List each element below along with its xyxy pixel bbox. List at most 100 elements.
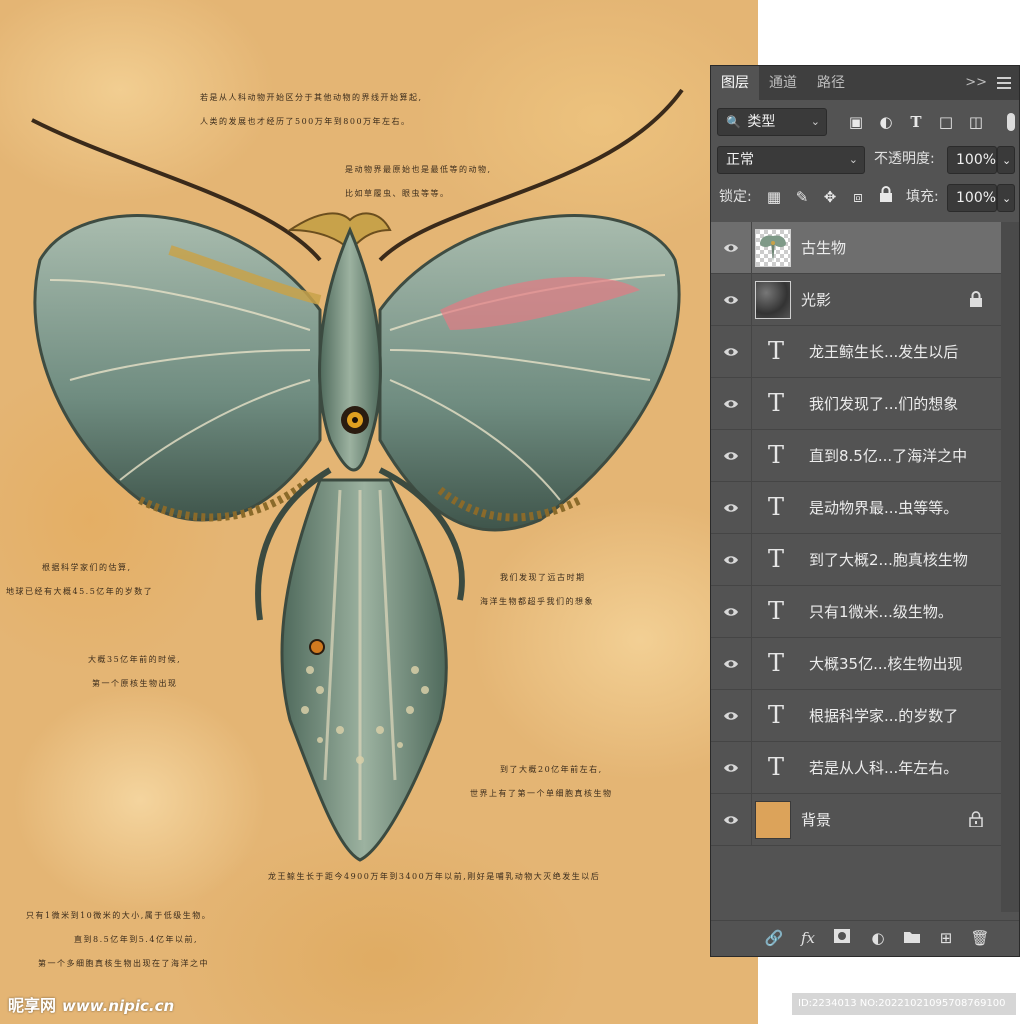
text-layer-icon: T bbox=[767, 597, 784, 625]
lock-artboard-icon[interactable]: ⧈ bbox=[847, 184, 869, 210]
filter-toggle[interactable] bbox=[1007, 113, 1015, 131]
text-layer-icon: T bbox=[767, 337, 784, 365]
tab-paths[interactable]: 路径 bbox=[807, 66, 855, 100]
lock-image-pixels-icon[interactable]: ✎ bbox=[791, 184, 813, 210]
layer-name: 我们发现了...们的想象 bbox=[809, 395, 959, 413]
lock-icon bbox=[969, 811, 983, 827]
eye-icon[interactable] bbox=[723, 449, 739, 463]
layer-row[interactable]: T 是动物界最...虫等等。 bbox=[711, 482, 1001, 534]
eye-icon[interactable] bbox=[723, 345, 739, 359]
delete-layer-icon[interactable]: 🗑 bbox=[969, 927, 991, 949]
layer-name: 龙王鲸生长...发生以后 bbox=[809, 343, 959, 361]
lock-transparent-pixels-icon[interactable]: ▦ bbox=[763, 184, 785, 210]
fill-input[interactable]: 100% bbox=[947, 184, 997, 212]
artwork-canvas[interactable]: 若是从人科动物开始区分于其他动物的界线开始算起, 人类的发展也才经历了500万年到… bbox=[0, 0, 758, 1024]
watermark: 昵享网 www.nipic.cn bbox=[8, 996, 175, 1015]
layer-thumbnail bbox=[755, 281, 791, 319]
text-layer-icon: T bbox=[767, 389, 784, 417]
lock-row: 锁定: ▦ ✎ ✥ ⧈ 填充: 100% ⌄ bbox=[711, 178, 1019, 220]
layers-panel: 图层 通道 路径 >> 🔍 类型 ⌄ ▣ ◐ T □ ◫ 正常 ⌄ 不透明度: … bbox=[710, 65, 1020, 957]
layer-name: 若是从人科...年左右。 bbox=[809, 759, 959, 777]
layer-row[interactable]: 光影 bbox=[711, 274, 1001, 326]
panel-footer: 🔗 fx ◐ ⊞ 🗑 bbox=[711, 920, 1019, 956]
chevron-down-icon: ⌄ bbox=[1002, 154, 1012, 167]
lock-icon bbox=[970, 291, 982, 307]
eye-icon[interactable] bbox=[723, 241, 739, 255]
filter-adjustment-layer-icon[interactable]: ◐ bbox=[875, 109, 897, 135]
filter-pixel-layer-icon[interactable]: ▣ bbox=[845, 109, 867, 135]
layer-thumbnail bbox=[755, 801, 791, 839]
lock-all-icon[interactable] bbox=[875, 184, 897, 210]
eye-icon[interactable] bbox=[723, 397, 739, 411]
panel-tabbar: 图层 通道 路径 >> bbox=[711, 66, 1019, 100]
layer-name: 到了大概2...胞真核生物 bbox=[809, 551, 968, 569]
layer-name: 光影 bbox=[801, 291, 832, 309]
layer-name: 只有1微米...级生物。 bbox=[809, 603, 953, 621]
add-mask-icon[interactable] bbox=[831, 927, 853, 949]
eye-icon[interactable] bbox=[723, 657, 739, 671]
new-group-icon[interactable] bbox=[901, 927, 923, 949]
layer-row[interactable]: T 到了大概2...胞真核生物 bbox=[711, 534, 1001, 586]
blend-mode-select[interactable]: 正常 ⌄ bbox=[717, 146, 865, 174]
adjustment-layer-icon[interactable]: ◐ bbox=[867, 927, 889, 949]
layer-row[interactable]: T 只有1微米...级生物。 bbox=[711, 586, 1001, 638]
opacity-label: 不透明度: bbox=[874, 151, 935, 167]
layer-list: 古生物 光影 T 龙王鲸生长...发生以后 T 我们发现了...们的想象 T 直… bbox=[711, 222, 1001, 846]
layer-row[interactable]: T 龙王鲸生长...发生以后 bbox=[711, 326, 1001, 378]
image-id-label: ID:2234013 NO:20221021095708769100 bbox=[792, 993, 1016, 1015]
text-layer-icon: T bbox=[767, 545, 784, 573]
new-layer-icon[interactable]: ⊞ bbox=[935, 927, 957, 949]
filter-type-layer-icon[interactable]: T bbox=[905, 109, 927, 135]
lock-position-icon[interactable]: ✥ bbox=[819, 184, 841, 210]
collapse-panel-button[interactable]: >> bbox=[965, 66, 987, 100]
eye-icon[interactable] bbox=[723, 761, 739, 775]
ancient-creature-illustration bbox=[31, 88, 684, 862]
text-note: 只有1微米到10微米的大小,属于低级生物。 直到8.5亿年到5.4亿年以前, 第一个… bbox=[26, 911, 212, 968]
text-layer-icon: T bbox=[767, 753, 784, 781]
layer-row[interactable]: T 直到8.5亿...了海洋之中 bbox=[711, 430, 1001, 482]
layer-row[interactable]: 古生物 bbox=[711, 222, 1001, 274]
layer-thumbnail bbox=[755, 229, 791, 267]
layer-name: 古生物 bbox=[801, 239, 847, 257]
fill-dropdown-button[interactable]: ⌄ bbox=[997, 184, 1015, 212]
text-layer-icon: T bbox=[767, 441, 784, 469]
filter-kind-select[interactable]: 🔍 类型 ⌄ bbox=[717, 108, 827, 136]
text-layer-icon: T bbox=[767, 701, 784, 729]
chevron-down-icon: ⌄ bbox=[1002, 192, 1012, 205]
blend-row: 正常 ⌄ 不透明度: 100% ⌄ bbox=[711, 140, 1019, 178]
panel-menu-icon[interactable] bbox=[997, 77, 1011, 92]
layer-row[interactable]: T 大概35亿...核生物出现 bbox=[711, 638, 1001, 690]
link-layers-icon[interactable]: 🔗 bbox=[763, 927, 785, 949]
layer-row[interactable]: 背景 bbox=[711, 794, 1001, 846]
fx-icon[interactable]: fx bbox=[797, 927, 819, 949]
tab-layers[interactable]: 图层 bbox=[711, 66, 759, 100]
text-layer-icon: T bbox=[767, 493, 784, 521]
text-layer-icon: T bbox=[767, 649, 784, 677]
layer-name: 大概35亿...核生物出现 bbox=[809, 655, 963, 673]
lock-label: 锁定: bbox=[719, 189, 752, 205]
opacity-input[interactable]: 100% bbox=[947, 146, 997, 174]
tab-channels[interactable]: 通道 bbox=[759, 66, 807, 100]
fill-label: 填充: bbox=[906, 189, 939, 205]
opacity-dropdown-button[interactable]: ⌄ bbox=[997, 146, 1015, 174]
chevron-down-icon: ⌄ bbox=[810, 115, 820, 128]
chevron-down-icon: ⌄ bbox=[848, 153, 858, 166]
layer-name: 是动物界最...虫等等。 bbox=[809, 499, 959, 517]
layer-row[interactable]: T 我们发现了...们的想象 bbox=[711, 378, 1001, 430]
filter-smart-object-icon[interactable]: ◫ bbox=[965, 109, 987, 135]
search-icon: 🔍 bbox=[726, 115, 741, 129]
filter-shape-layer-icon[interactable]: □ bbox=[935, 109, 957, 135]
layer-name: 背景 bbox=[801, 811, 832, 829]
eye-icon[interactable] bbox=[723, 709, 739, 723]
layer-name: 根据科学家...的岁数了 bbox=[809, 707, 959, 725]
layer-name: 直到8.5亿...了海洋之中 bbox=[809, 447, 968, 465]
filter-row: 🔍 类型 ⌄ ▣ ◐ T □ ◫ bbox=[711, 100, 1019, 140]
layers-scrollbar[interactable] bbox=[1001, 222, 1019, 912]
eye-icon[interactable] bbox=[723, 553, 739, 567]
eye-icon[interactable] bbox=[723, 501, 739, 515]
layer-row[interactable]: T 根据科学家...的岁数了 bbox=[711, 690, 1001, 742]
eye-icon[interactable] bbox=[723, 293, 739, 307]
layer-row[interactable]: T 若是从人科...年左右。 bbox=[711, 742, 1001, 794]
eye-icon[interactable] bbox=[723, 605, 739, 619]
eye-icon[interactable] bbox=[723, 813, 739, 827]
